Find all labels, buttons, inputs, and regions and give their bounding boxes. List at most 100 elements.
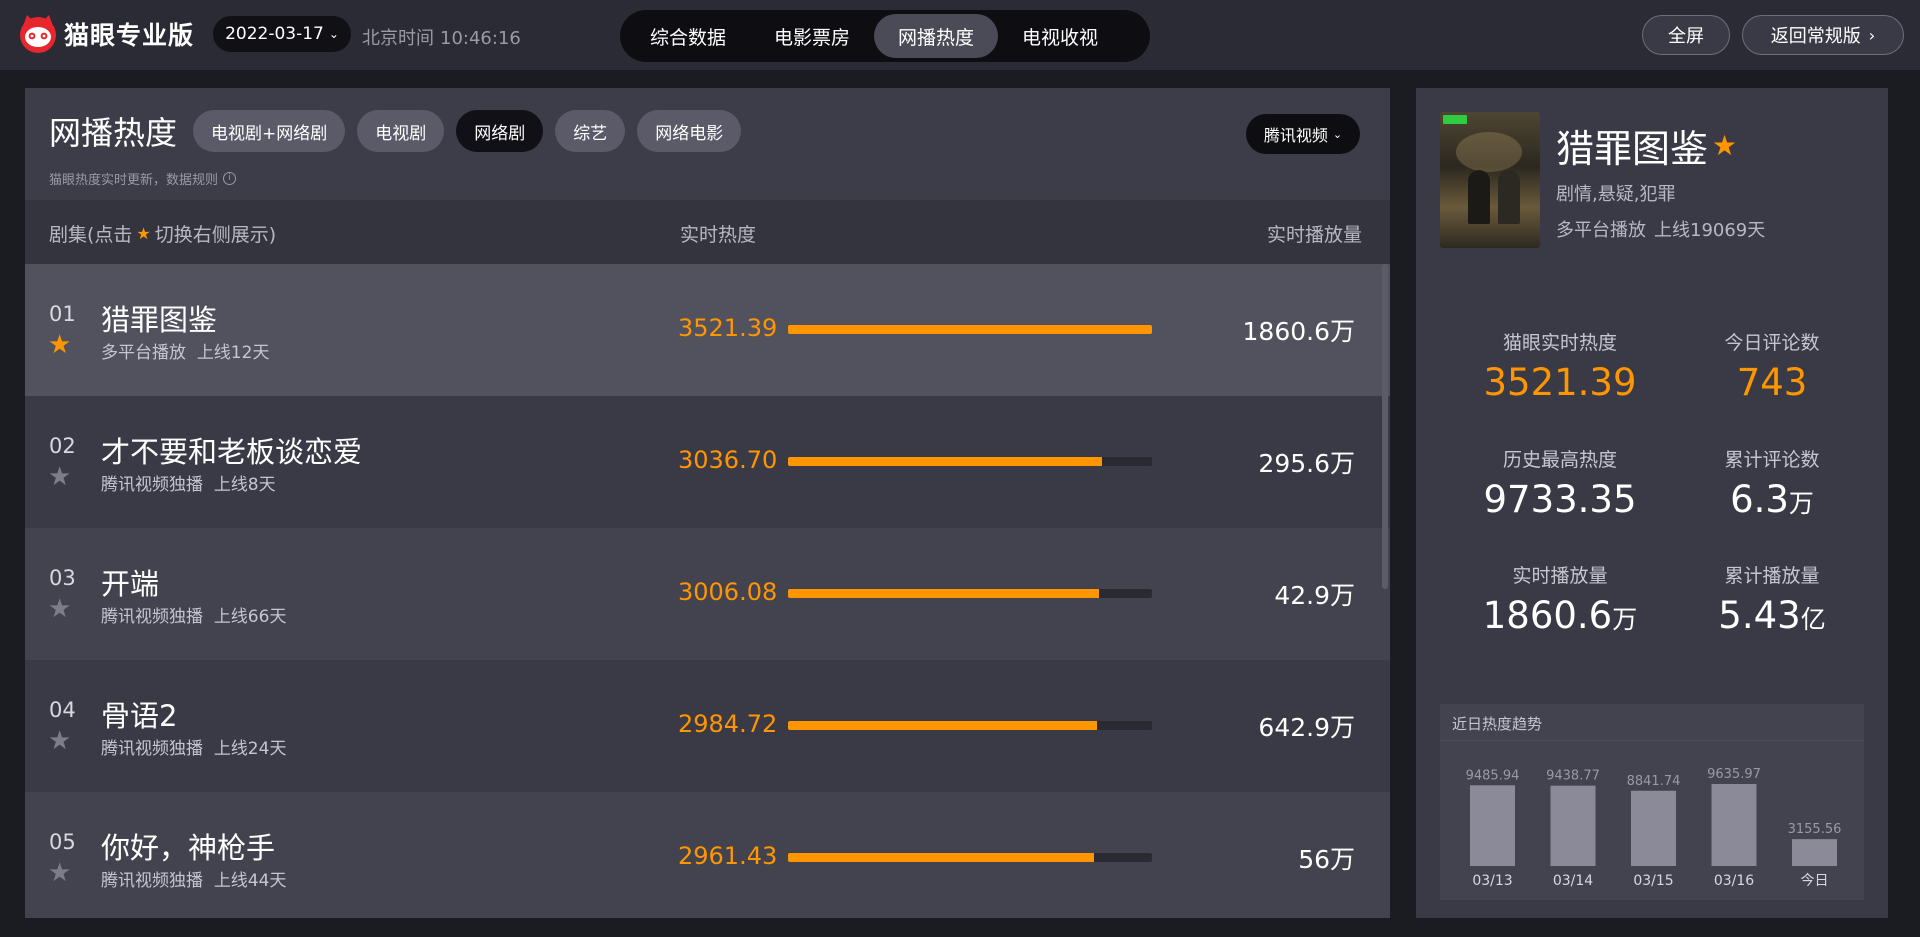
row-online: 上线44天 bbox=[213, 871, 287, 891]
heat-bar bbox=[788, 721, 1152, 730]
trend-category-label: 03/15 bbox=[1633, 873, 1673, 889]
list-scrollbar[interactable] bbox=[1382, 264, 1388, 589]
cat-eye-logo-icon bbox=[20, 15, 56, 53]
detail-online: 上线19069天 bbox=[1654, 220, 1766, 241]
row-platform: 腾讯视频独播 bbox=[101, 739, 203, 759]
trend-title: 近日热度趋势 bbox=[1452, 715, 1543, 733]
stat-unit: 万 bbox=[1788, 489, 1814, 518]
stat-unit: 亿 bbox=[1800, 605, 1826, 634]
row-rank: 05 bbox=[49, 830, 76, 854]
chevron-down-icon: ⌄ bbox=[328, 27, 339, 41]
trend-bar bbox=[1792, 839, 1837, 866]
stat-number: 5.43 bbox=[1718, 594, 1801, 637]
stat-max-heat: 历史最高热度 9733.35 bbox=[1460, 445, 1660, 521]
table-row[interactable]: 04 ★ 骨语2 腾讯视频独播 上线24天 2984.72 642.9万 bbox=[25, 660, 1390, 792]
date-picker[interactable]: 2022-03-17 ⌄ bbox=[213, 16, 351, 52]
platform-value: 腾讯视频 bbox=[1263, 126, 1328, 145]
trend-category-label: 今日 bbox=[1801, 873, 1829, 889]
stat-value: 9733.35 bbox=[1483, 478, 1637, 521]
category-tv[interactable]: 电视剧 bbox=[357, 110, 445, 152]
ranking-header: 网播热度 电视剧+网络剧 电视剧 网络剧 综艺 网络电影 猫眼热度实时更新，数据… bbox=[25, 88, 1390, 200]
star-icon[interactable]: ★ bbox=[48, 332, 71, 358]
table-row[interactable]: 01 ★ 猎罪图鉴 多平台播放 上线12天 3521.39 1860.6万 bbox=[25, 264, 1390, 396]
stat-value: 6.3万 bbox=[1672, 478, 1872, 521]
row-platform: 腾讯视频独播 bbox=[101, 871, 203, 891]
table-header: 剧集(点击 ★ 切换右侧展示) 实时热度 实时播放量 bbox=[25, 200, 1390, 264]
ranking-panel: 网播热度 电视剧+网络剧 电视剧 网络剧 综艺 网络电影 猫眼热度实时更新，数据… bbox=[25, 88, 1390, 918]
trend-category-label: 03/14 bbox=[1553, 873, 1593, 889]
back-to-standard-button[interactable]: 返回常规版 › bbox=[1742, 15, 1904, 55]
star-icon[interactable]: ★ bbox=[48, 728, 71, 754]
stat-label: 历史最高热度 bbox=[1502, 449, 1617, 471]
detail-title: 猎罪图鉴 ★ bbox=[1556, 118, 1737, 173]
category-web-series[interactable]: 网络剧 bbox=[456, 110, 544, 152]
info-icon[interactable]: i bbox=[223, 172, 237, 185]
stat-value: 1860.6万 bbox=[1460, 594, 1660, 637]
row-rank: 01 bbox=[49, 302, 76, 326]
heat-bar bbox=[788, 589, 1152, 598]
trend-value-label: 9438.77 bbox=[1546, 769, 1600, 784]
stat-label: 今日评论数 bbox=[1724, 332, 1820, 354]
column-heat: 实时热度 bbox=[680, 224, 757, 246]
heat-trend-chart: 9485.94 03/13 9438.77 03/14 8841.74 03/15 9635… bbox=[1466, 767, 1842, 889]
tab-box-office[interactable]: 电影票房 bbox=[750, 14, 874, 58]
table-row[interactable]: 03 ★ 开端 腾讯视频独播 上线66天 3006.08 42.9万 bbox=[25, 528, 1390, 660]
heat-bar-fill bbox=[788, 457, 1102, 466]
poster-glow bbox=[1456, 132, 1522, 172]
star-icon: ★ bbox=[136, 224, 151, 243]
row-plays: 642.9万 bbox=[1258, 713, 1355, 742]
stat-label: 猫眼实时热度 bbox=[1502, 332, 1617, 354]
category-variety[interactable]: 综艺 bbox=[555, 110, 626, 152]
heat-bar-fill bbox=[788, 325, 1152, 334]
table-row[interactable]: 05 ★ 你好，神枪手 腾讯视频独播 上线44天 2961.43 56万 bbox=[25, 792, 1390, 918]
row-plays: 1860.6万 bbox=[1242, 317, 1355, 346]
trend-value-label: 9635.97 bbox=[1707, 767, 1761, 782]
tab-tv-ratings[interactable]: 电视收视 bbox=[998, 14, 1122, 58]
row-title: 开端 bbox=[101, 567, 160, 601]
row-online: 上线8天 bbox=[213, 475, 276, 495]
category-web-movie[interactable]: 网络电影 bbox=[637, 110, 742, 152]
row-title: 猎罪图鉴 bbox=[101, 303, 218, 337]
main-nav: 综合数据 电影票房 网播热度 电视收视 bbox=[620, 10, 1150, 62]
star-icon[interactable]: ★ bbox=[48, 596, 71, 622]
row-platform: 腾讯视频独播 bbox=[101, 475, 203, 495]
chevron-down-icon: ⌄ bbox=[1332, 127, 1343, 141]
row-title: 才不要和老板谈恋爱 bbox=[101, 435, 363, 469]
poster-figure bbox=[1468, 170, 1490, 224]
heat-bar bbox=[788, 457, 1152, 466]
heat-trend-card: 近日热度趋势 9485.94 03/13 9438.77 03/14 8841.74 03… bbox=[1440, 704, 1864, 900]
star-icon[interactable]: ★ bbox=[48, 860, 71, 886]
stat-today-comments: 今日评论数 743 bbox=[1672, 328, 1872, 404]
stat-value: 743 bbox=[1736, 361, 1808, 404]
heat-bar-fill bbox=[788, 721, 1097, 730]
stat-label: 累计评论数 bbox=[1724, 449, 1820, 471]
brand-logo[interactable]: 猫眼专业版 bbox=[18, 14, 194, 54]
row-heat: 3036.70 bbox=[678, 446, 778, 474]
trend-value-label: 3155.56 bbox=[1788, 822, 1842, 837]
platform-select[interactable]: 腾讯视频 ⌄ bbox=[1246, 114, 1360, 154]
trend-bar bbox=[1470, 785, 1515, 866]
row-plays: 295.6万 bbox=[1258, 449, 1355, 478]
row-online: 上线12天 bbox=[196, 343, 270, 363]
trend-value-label: 9485.94 bbox=[1466, 768, 1520, 783]
date-value: 2022-03-17 bbox=[225, 24, 324, 44]
ranking-list: 01 ★ 猎罪图鉴 多平台播放 上线12天 3521.39 1860.6万 02… bbox=[25, 264, 1390, 918]
row-heat: 3006.08 bbox=[678, 578, 778, 606]
table-row[interactable]: 02 ★ 才不要和老板谈恋爱 腾讯视频独播 上线8天 3036.70 295.6… bbox=[25, 396, 1390, 528]
detail-platform: 多平台播放 bbox=[1556, 220, 1646, 241]
stat-unit: 万 bbox=[1612, 605, 1638, 634]
clock-label: 北京时间 bbox=[362, 28, 434, 49]
update-note-text: 猫眼热度实时更新，数据规则 bbox=[49, 173, 219, 188]
category-filter: 电视剧+网络剧 电视剧 网络剧 综艺 网络电影 bbox=[193, 110, 742, 152]
tab-web-heat[interactable]: 网播热度 bbox=[874, 14, 999, 58]
row-plays: 56万 bbox=[1298, 845, 1355, 874]
category-tv-and-web[interactable]: 电视剧+网络剧 bbox=[193, 110, 346, 152]
chevron-right-icon: › bbox=[1868, 25, 1876, 45]
fullscreen-button[interactable]: 全屏 bbox=[1642, 15, 1730, 55]
tab-overview[interactable]: 综合数据 bbox=[626, 14, 750, 58]
trend-category-label: 03/16 bbox=[1714, 873, 1754, 889]
stat-number: 1860.6 bbox=[1482, 594, 1613, 637]
poster-badge bbox=[1443, 115, 1467, 124]
row-rank: 03 bbox=[49, 566, 76, 590]
star-icon[interactable]: ★ bbox=[48, 464, 71, 490]
